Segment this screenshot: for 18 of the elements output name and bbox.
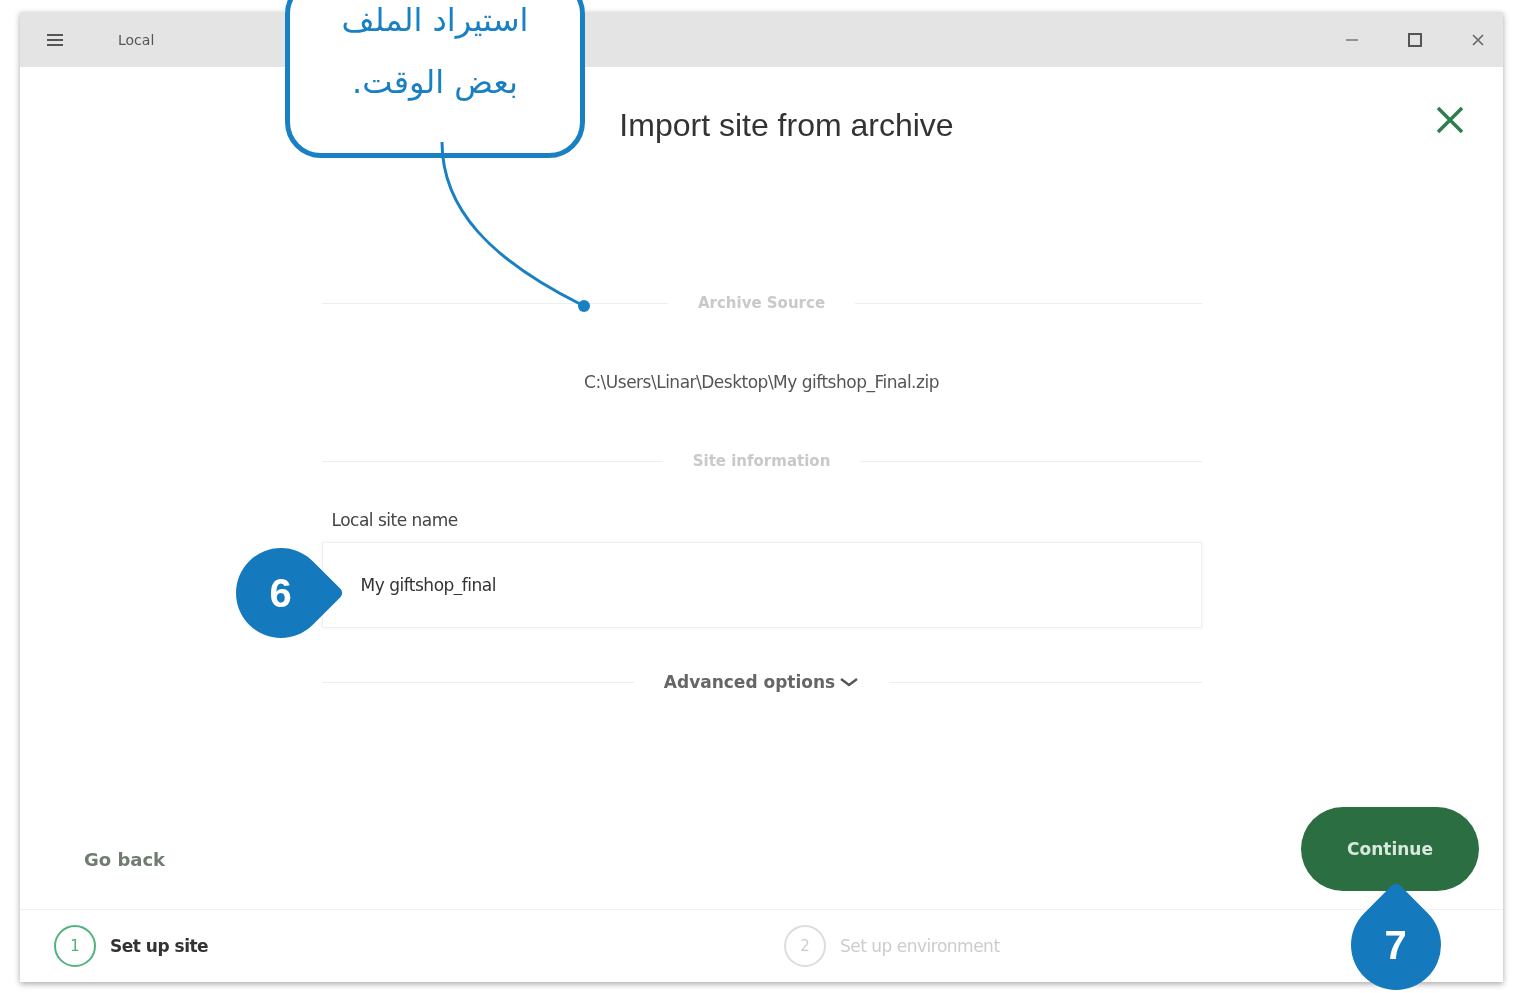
dialog-title: Import site from archive — [619, 107, 954, 144]
step-number: 1 — [54, 925, 96, 967]
window-title: Local — [118, 31, 155, 48]
file-path: C:\Users\Linar\Desktop\My giftshop_Final.zip — [583, 372, 940, 392]
continue-button[interactable]: Continue — [1301, 807, 1479, 891]
menu-icon[interactable] — [46, 32, 64, 47]
step-label: Set up site — [110, 936, 209, 956]
advanced-options-toggle[interactable]: Advanced options — [663, 672, 860, 692]
go-back-link[interactable]: Go back — [78, 842, 172, 876]
step-tab[interactable]: 1 Set up site — [20, 910, 219, 982]
field-label: Local site name — [331, 510, 459, 530]
close-icon[interactable] — [1471, 32, 1485, 47]
close-icon[interactable] — [1435, 105, 1465, 135]
marker-number: 6 — [269, 570, 293, 616]
maximize-icon[interactable] — [1407, 31, 1423, 48]
callout-text: استيراد الملف بعض الوقت. — [340, 0, 530, 103]
marker-number: 7 — [1384, 922, 1408, 968]
input-field[interactable]: My giftshop_final — [321, 542, 1202, 628]
